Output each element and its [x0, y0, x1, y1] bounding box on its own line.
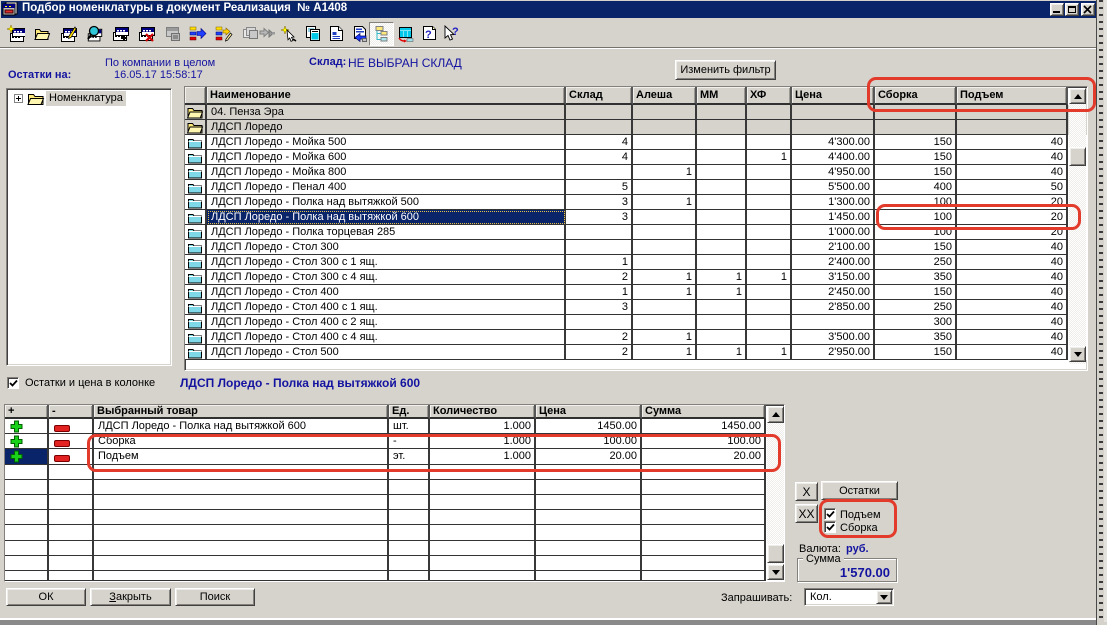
svg-text:?: ? [452, 26, 459, 38]
svg-text:?: ? [425, 29, 432, 41]
